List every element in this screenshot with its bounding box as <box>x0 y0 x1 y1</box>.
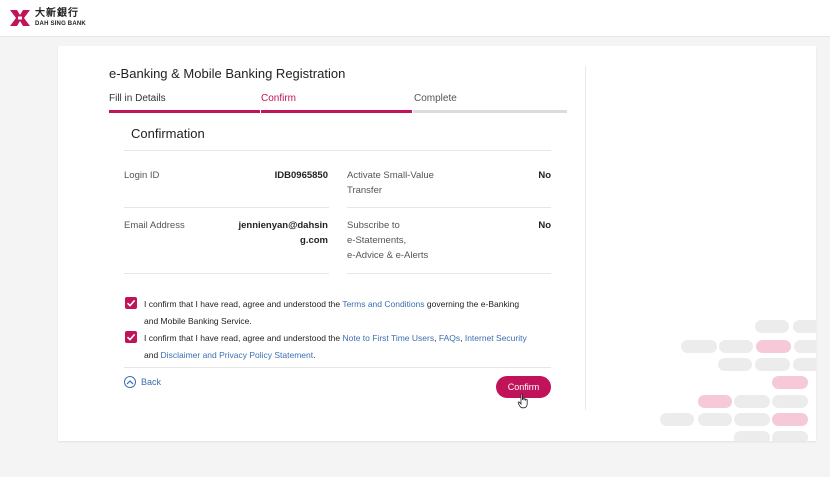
faqs-link[interactable]: FAQs <box>439 333 460 343</box>
decor-pill <box>681 340 717 353</box>
consent2-text-a: I confirm that I have read, agree and un… <box>144 333 343 343</box>
estatement-label-line3: e-Advice & e-Alerts <box>347 250 429 261</box>
decor-pill <box>772 376 808 389</box>
registration-card: e-Banking & Mobile Banking Registration … <box>58 46 816 441</box>
step-fill-in-details: Fill in Details <box>109 93 166 104</box>
divider <box>347 207 551 208</box>
first-time-users-link[interactable]: Note to First Time Users <box>342 333 434 343</box>
decor-pill <box>698 413 732 426</box>
login-id-label: Login ID <box>124 170 160 181</box>
decor-pill <box>755 358 790 371</box>
small-value-transfer-label: Activate Small-Value Transfer <box>347 168 434 198</box>
terms-and-conditions-link[interactable]: Terms and Conditions <box>342 299 424 309</box>
consent1-text-a: I confirm that I have read, agree and un… <box>144 299 343 309</box>
small-value-label-line2: Transfer <box>347 185 383 196</box>
step-bar-active <box>261 110 412 113</box>
decor-pill <box>734 431 770 441</box>
step-confirm: Confirm <box>261 93 297 104</box>
decor-pill <box>660 413 694 426</box>
logo-chinese-text: 大新銀行 <box>35 8 79 19</box>
consent1-text-b: governing the e-Banking <box>424 299 520 309</box>
email-value-line1: jennienyan@dahsin <box>238 220 328 231</box>
divider <box>124 207 329 208</box>
divider <box>124 367 551 368</box>
terms-consent-text: I confirm that I have read, agree and un… <box>144 296 544 330</box>
decor-pill <box>756 340 791 353</box>
decor-pill <box>772 431 808 441</box>
step-bar-done <box>109 110 260 113</box>
chevron-up-circle-icon <box>124 376 136 388</box>
estatement-label: Subscribe to e-Statements, e-Advice & e-… <box>347 218 428 263</box>
hand-cursor-icon <box>517 393 531 414</box>
step-bar-pending <box>413 110 567 113</box>
internet-security-link[interactable]: Internet Security <box>465 333 527 343</box>
terms-checkbox[interactable] <box>125 297 137 309</box>
consent2-text-b: and <box>144 350 161 360</box>
decor-pill <box>794 340 816 353</box>
login-id-value: IDB0965850 <box>274 170 328 181</box>
small-value-transfer-value: No <box>538 170 551 181</box>
top-bar: 大新銀行 DAH SING BANK <box>0 0 830 37</box>
decor-pill <box>793 320 816 333</box>
email-value-line2: g.com <box>300 235 328 246</box>
disclaimer-checkbox[interactable] <box>125 331 137 343</box>
divider <box>347 273 551 274</box>
section-title: Confirmation <box>131 126 205 141</box>
email-label: Email Address <box>124 220 185 231</box>
checkmark-icon <box>126 333 136 341</box>
decor-pill <box>793 358 816 371</box>
logo-english-text: DAH SING BANK <box>35 21 86 27</box>
disclaimer-privacy-link[interactable]: Disclaimer and Privacy Policy Statement <box>161 350 314 360</box>
consent1-text-c: and Mobile Banking Service. <box>144 316 252 326</box>
decor-pill <box>698 395 732 408</box>
step-complete: Complete <box>414 93 457 104</box>
consent2-text-c: . <box>313 350 316 360</box>
decor-pill <box>755 320 789 333</box>
divider <box>124 273 329 274</box>
decor-pill <box>734 395 770 408</box>
email-value: jennienyan@dahsin g.com <box>208 218 328 248</box>
decor-pill <box>772 395 808 408</box>
decor-pill <box>772 413 808 426</box>
small-value-label-line1: Activate Small-Value <box>347 170 434 181</box>
column-divider <box>585 66 586 410</box>
estatement-label-line1: Subscribe to <box>347 220 400 231</box>
estatement-value: No <box>538 220 551 231</box>
divider <box>124 150 551 151</box>
dah-sing-logo-icon <box>10 10 30 26</box>
page-title: e-Banking & Mobile Banking Registration <box>109 66 346 81</box>
decor-pill <box>734 413 770 426</box>
checkmark-icon <box>126 299 136 307</box>
back-label: Back <box>141 377 162 387</box>
bank-logo[interactable]: 大新銀行 DAH SING BANK <box>9 7 86 29</box>
decor-pill <box>718 358 752 371</box>
estatement-label-line2: e-Statements, <box>347 235 407 246</box>
decor-pill <box>719 340 753 353</box>
disclaimer-consent-text: I confirm that I have read, agree and un… <box>144 330 544 364</box>
back-button[interactable]: Back <box>124 376 161 388</box>
